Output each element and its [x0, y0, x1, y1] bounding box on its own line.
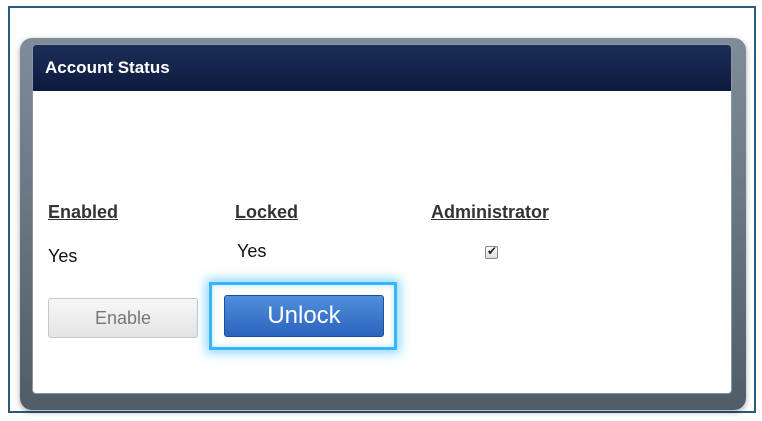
administrator-column-header: Administrator	[431, 202, 550, 222]
account-status-panel: Account Status Enabled Locked Administra…	[32, 44, 732, 394]
enabled-value: Yes	[48, 246, 78, 266]
enabled-column-header: Enabled	[48, 202, 119, 222]
administrator-checkbox[interactable]: ✔	[485, 244, 498, 259]
locked-value: Yes	[237, 241, 267, 261]
panel-header: Account Status	[33, 45, 731, 91]
locked-column-header: Locked	[235, 202, 299, 222]
checkmark-icon: ✔	[487, 244, 498, 258]
panel-title: Account Status	[45, 58, 170, 77]
unlock-button[interactable]: Unlock	[224, 295, 384, 337]
enable-button[interactable]: Enable	[48, 298, 198, 338]
